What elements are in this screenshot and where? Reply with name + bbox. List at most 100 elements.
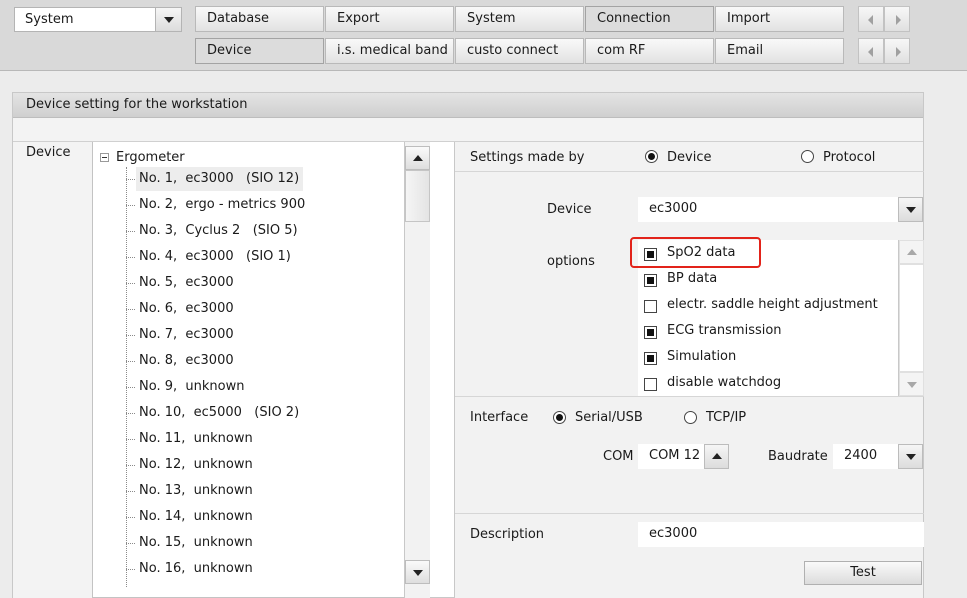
- divider: [455, 171, 924, 172]
- tab-custo-connect[interactable]: custo connect: [455, 38, 584, 64]
- tree-item[interactable]: No. 14, unknown: [136, 505, 257, 529]
- option-label[interactable]: electr. saddle height adjustment: [667, 297, 878, 312]
- tree-item[interactable]: No. 11, unknown: [136, 427, 257, 451]
- tree-connector: [126, 361, 135, 362]
- com-spin-button[interactable]: [704, 444, 729, 469]
- com-field[interactable]: COM 12: [638, 444, 704, 469]
- tree-connector: [126, 309, 135, 310]
- option-checkbox[interactable]: [644, 300, 657, 313]
- radio-serial-usb-label[interactable]: Serial/USB: [575, 410, 643, 425]
- scroll-thumb[interactable]: [405, 170, 430, 222]
- tree-item[interactable]: No. 3, Cyclus 2 (SIO 5): [136, 219, 302, 243]
- settings-made-by-label: Settings made by: [470, 150, 585, 165]
- top-toolbar: System Database Export System Connection…: [0, 0, 967, 71]
- arrow-right-icon: [896, 15, 901, 25]
- scroll-down-button[interactable]: [405, 560, 430, 584]
- tab-com-rf[interactable]: com RF: [585, 38, 714, 64]
- radio-protocol-label[interactable]: Protocol: [823, 150, 875, 165]
- baudrate-label: Baudrate: [768, 449, 828, 464]
- tree-scrollbar[interactable]: [404, 142, 430, 598]
- options-scroll-down-button[interactable]: [899, 372, 924, 396]
- arrow-up-icon: [907, 249, 917, 255]
- tree-connector: [126, 257, 135, 258]
- radio-tcp-ip-label[interactable]: TCP/IP: [706, 410, 746, 425]
- tree-item[interactable]: No. 8, ec3000: [136, 349, 238, 373]
- tree-connector: [126, 231, 135, 232]
- option-checkbox[interactable]: [644, 378, 657, 391]
- tab-row2-scroll: [858, 38, 910, 64]
- tab-export[interactable]: Export: [325, 6, 454, 32]
- scroll-up-button[interactable]: [405, 146, 430, 170]
- option-checkbox[interactable]: [644, 326, 657, 339]
- arrow-left-icon: [868, 15, 873, 25]
- tree-item[interactable]: No. 2, ergo - metrics 900: [136, 193, 309, 217]
- arrow-right-icon: [896, 47, 901, 57]
- com-label: COM: [603, 449, 634, 464]
- tree-connector: [126, 465, 135, 466]
- baudrate-select[interactable]: 2400: [833, 444, 901, 469]
- tree-connector: [126, 543, 135, 544]
- description-input[interactable]: ec3000: [638, 522, 924, 547]
- test-button[interactable]: Test: [804, 561, 922, 585]
- device-select-dropdown-button[interactable]: [898, 197, 923, 222]
- option-label[interactable]: BP data: [667, 271, 717, 286]
- description-label: Description: [470, 527, 545, 542]
- options-scroll-up-button[interactable]: [899, 240, 924, 264]
- tree-item[interactable]: No. 15, unknown: [136, 531, 257, 555]
- option-label[interactable]: disable watchdog: [667, 375, 781, 390]
- device-select[interactable]: ec3000: [638, 197, 900, 222]
- device-settings-panel: Device setting for the workstation Devic…: [12, 92, 924, 598]
- tab-device[interactable]: Device: [195, 38, 324, 64]
- tab-scroll-left-button[interactable]: [858, 6, 884, 32]
- tree-connector: [126, 569, 135, 570]
- tab-scroll-right-button[interactable]: [884, 6, 910, 32]
- radio-tcp-ip[interactable]: [684, 411, 697, 424]
- tab-scroll-right-button[interactable]: [884, 38, 910, 64]
- tab-database[interactable]: Database: [195, 6, 324, 32]
- tree-connector-line: [126, 167, 127, 587]
- tree-item[interactable]: No. 13, unknown: [136, 479, 257, 503]
- radio-device-label[interactable]: Device: [667, 150, 711, 165]
- tab-connection[interactable]: Connection: [585, 6, 714, 32]
- tree-item[interactable]: No. 12, unknown: [136, 453, 257, 477]
- tree-connector: [126, 413, 135, 414]
- baudrate-value: 2400: [844, 448, 878, 463]
- tab-is-medical-band[interactable]: i.s. medical band: [325, 38, 454, 64]
- left-label-column: Device: [13, 142, 92, 598]
- device-tree[interactable]: Ergometer No. 1, ec3000 (SIO 12) No. 2, e…: [92, 142, 430, 598]
- tree-item[interactable]: No. 1, ec3000 (SIO 12): [136, 167, 304, 191]
- baudrate-dropdown-button[interactable]: [898, 444, 923, 469]
- module-select-dropdown-button[interactable]: [155, 8, 181, 31]
- tree-item[interactable]: No. 9, unknown: [136, 375, 248, 399]
- module-select[interactable]: System: [14, 7, 182, 32]
- options-scroll-thumb[interactable]: [899, 264, 924, 372]
- tree-item[interactable]: No. 10, ec5000 (SIO 2): [136, 401, 303, 425]
- tree-item[interactable]: No. 4, ec3000 (SIO 1): [136, 245, 295, 269]
- tree-item[interactable]: No. 16, unknown: [136, 557, 257, 581]
- tree-connector: [126, 491, 135, 492]
- tree-item[interactable]: No. 7, ec3000: [136, 323, 238, 347]
- arrow-down-icon: [907, 382, 917, 388]
- tab-email[interactable]: Email: [715, 38, 844, 64]
- collapse-icon[interactable]: [100, 153, 109, 162]
- tab-scroll-left-button[interactable]: [858, 38, 884, 64]
- device-select-value: ec3000: [649, 201, 698, 216]
- option-checkbox[interactable]: [644, 274, 657, 287]
- radio-protocol[interactable]: [801, 150, 814, 163]
- option-label[interactable]: Simulation: [667, 349, 736, 364]
- option-label[interactable]: ECG transmission: [667, 323, 782, 338]
- device-field-label: Device: [547, 202, 592, 217]
- tree-item[interactable]: No. 5, ec3000: [136, 271, 238, 295]
- option-checkbox[interactable]: [644, 352, 657, 365]
- tab-import[interactable]: Import: [715, 6, 844, 32]
- tree-connector: [126, 517, 135, 518]
- tab-system[interactable]: System: [455, 6, 584, 32]
- module-select-value: System: [25, 12, 74, 27]
- options-scrollbar[interactable]: [898, 240, 924, 396]
- panel-title: Device setting for the workstation: [13, 93, 923, 118]
- tree-item[interactable]: No. 6, ec3000: [136, 297, 238, 321]
- panel-subheader: [13, 118, 923, 142]
- radio-device[interactable]: [645, 150, 658, 163]
- radio-serial-usb[interactable]: [553, 411, 566, 424]
- tree-root-ergometer[interactable]: Ergometer: [116, 150, 185, 165]
